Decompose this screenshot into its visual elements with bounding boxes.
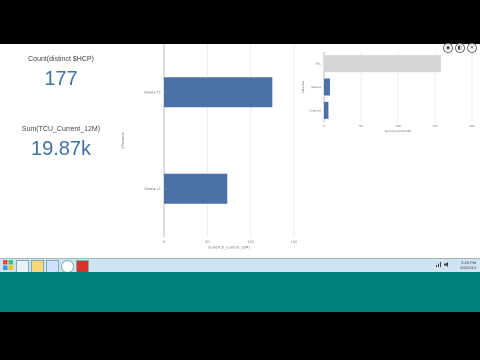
close-icon[interactable]: ✕ [467, 43, 477, 53]
qlik-sheet: Count(distinct $HCP) 177 Sum(TCU_Current… [0, 44, 480, 258]
kpi-tcu-sum-value: 19.87k [30, 138, 92, 160]
chart-toolbar: ◉ ◧ ✕ [443, 43, 477, 53]
x-tick-label: 200 [469, 124, 475, 128]
kpi-distinct-hcp-title: Count(distinct $HCP) [28, 56, 94, 63]
bar [324, 78, 330, 96]
y-axis-title: $Market [301, 80, 305, 93]
bar [164, 173, 228, 204]
x-axis-title: Sum(TCU_Current_12M) [208, 246, 250, 250]
bar [164, 77, 273, 108]
teal-band [0, 272, 480, 312]
x-tick-label: 0 [163, 240, 165, 244]
x-tick-label: 100 [395, 124, 401, 128]
category-label: Ghana L1 [144, 187, 161, 191]
persona-bar-chart[interactable]: 0 50 100 150 Ghana T1 Ghana L1 Sum(TCU_Current… [116, 44, 302, 258]
kpi-tcu-sum-title: Sum(TCU_Current_12M) [21, 126, 101, 133]
x-tick-label: 150 [432, 124, 438, 128]
clock-date: 5/2/2014 [460, 265, 476, 270]
windows-start-icon[interactable] [3, 260, 13, 270]
market-bar-chart[interactable]: 0 50 100 150 200 ALL Ghana Ghana2 Sum(Current12M… [300, 44, 480, 144]
category-label: Ghana T1 [144, 90, 161, 94]
windows-taskbar: 3:45 PM 5/2/2014 [0, 258, 480, 273]
x-tick-label: 100 [247, 240, 254, 244]
x-axis-title: Sum(Current12M) [385, 129, 412, 133]
category-label: ALL [316, 62, 322, 66]
x-tick-label: 50 [359, 124, 363, 128]
restore-icon[interactable]: ◧ [455, 43, 465, 53]
category-label: Ghana2 [309, 108, 321, 112]
bar [324, 101, 329, 119]
video-frame: Count(distinct $HCP) 177 Sum(TCU_Current… [0, 0, 480, 360]
x-tick-label: 50 [205, 240, 209, 244]
volume-icon[interactable] [444, 262, 449, 267]
x-tick-label: 150 [291, 240, 298, 244]
bar [324, 55, 441, 73]
network-icon[interactable] [436, 262, 441, 267]
x-tick-label: 0 [323, 124, 325, 128]
y-axis-title: $Persona [121, 132, 125, 148]
clock[interactable]: 3:45 PM 5/2/2014 [460, 260, 476, 270]
category-label: Ghana [311, 85, 321, 89]
kpi-distinct-hcp-value: 177 [44, 68, 78, 90]
camera-icon[interactable]: ◉ [443, 43, 453, 53]
